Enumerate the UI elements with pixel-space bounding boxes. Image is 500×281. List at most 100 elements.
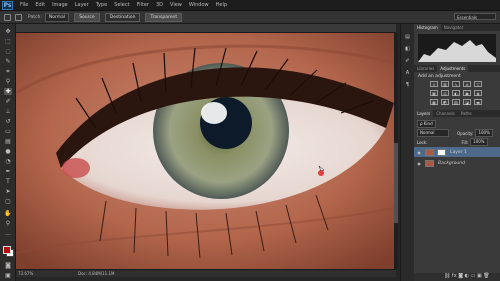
exposure-icon[interactable]: ± bbox=[463, 81, 471, 87]
character-panel-icon[interactable]: A bbox=[404, 70, 411, 76]
layer-name[interactable]: Background bbox=[438, 161, 465, 166]
threshold-icon[interactable]: ◪ bbox=[463, 99, 471, 105]
layer-mask-thumbnail bbox=[437, 148, 446, 156]
layer-name[interactable]: Layer 1 bbox=[450, 150, 467, 155]
foreground-color-swatch[interactable] bbox=[3, 246, 11, 254]
fill-input[interactable]: 100% bbox=[470, 138, 488, 146]
menu-image[interactable]: Image bbox=[52, 2, 68, 8]
menu-bar: Ps File Edit Image Layer Type Select Fil… bbox=[0, 0, 500, 11]
path-select-tool-icon[interactable]: ➤ bbox=[4, 188, 12, 195]
bw-icon[interactable]: ◐ bbox=[452, 90, 460, 96]
menu-edit[interactable]: Edit bbox=[35, 2, 45, 8]
eye-photo bbox=[16, 33, 394, 269]
type-tool-icon[interactable]: T bbox=[4, 178, 12, 185]
patch-tool-icon[interactable]: ✚ bbox=[4, 88, 12, 95]
document-tab[interactable]: red-eyes.jpg @ 73.6% (Source 1, RGB/8#) bbox=[16, 24, 396, 41]
tab-paths[interactable]: Paths bbox=[458, 110, 475, 117]
layers-footer: ⛓ fx ◙ ◐ ▭ ▣ 🗑 bbox=[414, 273, 500, 281]
posterize-icon[interactable]: ▨ bbox=[452, 99, 460, 105]
adjustments-title: Add an adjustment bbox=[418, 74, 461, 79]
menu-view[interactable]: View bbox=[170, 2, 182, 8]
crop-tool-icon[interactable]: ⌗ bbox=[4, 68, 12, 75]
tab-libraries[interactable]: Libraries bbox=[414, 65, 437, 72]
brightness-icon[interactable]: ☼ bbox=[430, 81, 438, 87]
selection-mode-icon[interactable] bbox=[15, 13, 22, 21]
layer-kind-filter[interactable]: ρ Kind bbox=[417, 120, 436, 128]
invert-icon[interactable]: ◩ bbox=[441, 99, 449, 105]
layer-actions-icons[interactable]: ⛓ fx ◙ ◐ ▭ ▣ 🗑 bbox=[444, 273, 490, 279]
opacity-input[interactable]: 100% bbox=[475, 129, 493, 137]
tab-channels[interactable]: Channels bbox=[433, 110, 458, 117]
levels-icon[interactable]: ▥ bbox=[441, 81, 449, 87]
mixer-icon[interactable]: ◈ bbox=[474, 90, 482, 96]
layer-thumbnail bbox=[425, 148, 434, 156]
menu-layer[interactable]: Layer bbox=[75, 2, 89, 8]
patch-tool-icon[interactable] bbox=[4, 13, 11, 21]
dodge-tool-icon[interactable]: ◔ bbox=[4, 158, 12, 165]
patch-mode-select[interactable]: Normal bbox=[44, 12, 70, 22]
menu-window[interactable]: Window bbox=[189, 2, 209, 8]
zoom-tool-icon[interactable]: ⚲ bbox=[4, 220, 12, 227]
more-tools-icon[interactable]: … bbox=[4, 230, 12, 237]
photofilter-icon[interactable]: ◉ bbox=[463, 90, 471, 96]
workspace-select[interactable]: Essentials bbox=[454, 13, 496, 20]
quick-select-tool-icon[interactable]: ✎ bbox=[4, 58, 12, 65]
shape-tool-icon[interactable]: ▢ bbox=[4, 198, 12, 205]
visibility-eye-icon[interactable]: ◉ bbox=[416, 150, 422, 155]
brush-panel-icon[interactable]: ✐ bbox=[404, 58, 411, 64]
destination-radio[interactable]: Destination bbox=[104, 12, 141, 22]
layer-row[interactable]: ◉ Background bbox=[414, 158, 500, 168]
doc-size: Doc: 4.84M/11.1M bbox=[78, 271, 115, 276]
toolbox: ✥ ⬚ ◌ ✎ ⌗ ⚲ ✚ ✐ ⊥ ↺ ▭ ▤ ● ◔ ✒ T ➤ ▢ ✋ ⚲ … bbox=[0, 24, 16, 281]
menu-filter[interactable]: Filter bbox=[137, 2, 149, 8]
marquee-tool-icon[interactable]: ⬚ bbox=[4, 38, 12, 45]
layers-tabs: Layers Channels Paths bbox=[414, 110, 500, 117]
curves-icon[interactable]: ∿ bbox=[452, 81, 460, 87]
zoom-level[interactable]: 73.67% bbox=[18, 271, 33, 276]
lock-row: Lock: Fill: 100% bbox=[414, 137, 500, 147]
transparent-checkbox[interactable]: Transparent bbox=[145, 12, 183, 22]
blur-tool-icon[interactable]: ● bbox=[4, 148, 12, 155]
menu-type[interactable]: Type bbox=[96, 2, 107, 8]
move-tool-icon[interactable]: ✥ bbox=[4, 28, 12, 35]
paragraph-panel-icon[interactable]: ¶ bbox=[404, 82, 411, 88]
menu-file[interactable]: File bbox=[20, 2, 28, 8]
histogram-svg bbox=[418, 40, 496, 62]
gradientmap-icon[interactable]: ▬ bbox=[474, 99, 482, 105]
tab-layers[interactable]: Layers bbox=[414, 110, 434, 117]
tab-adjustments[interactable]: Adjustments bbox=[437, 65, 469, 72]
history-brush-tool-icon[interactable]: ↺ bbox=[4, 118, 12, 125]
layer-row[interactable]: ◉ Layer 1 bbox=[414, 147, 500, 157]
pen-tool-icon[interactable]: ✒ bbox=[4, 168, 12, 175]
adjustment-icons: ☼ ▥ ∿ ± ▽ ▦ ⚖ ◐ ◉ ◈ ▦ ◩ ▨ ◪ ▬ bbox=[430, 81, 490, 105]
brush-tool-icon[interactable]: ✐ bbox=[4, 98, 12, 105]
lock-label: Lock: bbox=[417, 139, 428, 145]
menu-select[interactable]: Select bbox=[114, 2, 129, 8]
menu-help[interactable]: Help bbox=[216, 2, 227, 8]
history-panel-icon[interactable]: ▤ bbox=[404, 34, 411, 40]
layer-thumbnail bbox=[425, 159, 434, 167]
hand-tool-icon[interactable]: ✋ bbox=[4, 210, 12, 217]
lasso-tool-icon[interactable]: ◌ bbox=[4, 48, 12, 55]
properties-panel-icon[interactable]: ◧ bbox=[404, 46, 411, 52]
scrollbar-thumb[interactable] bbox=[394, 143, 398, 223]
blend-mode-select[interactable]: Normal bbox=[417, 129, 449, 137]
hue-icon[interactable]: ▦ bbox=[430, 90, 438, 96]
menu-3d[interactable]: 3D bbox=[156, 2, 163, 8]
gradient-tool-icon[interactable]: ▤ bbox=[4, 138, 12, 145]
vibrance-icon[interactable]: ▽ bbox=[474, 81, 482, 87]
visibility-eye-icon[interactable]: ◉ bbox=[416, 161, 422, 166]
tab-histogram[interactable]: Histogram bbox=[414, 24, 441, 31]
lookup-icon[interactable]: ▦ bbox=[430, 99, 438, 105]
tab-navigator[interactable]: Navigator bbox=[441, 24, 467, 31]
stamp-tool-icon[interactable]: ⊥ bbox=[4, 108, 12, 115]
quick-mask-icon[interactable]: ◙ bbox=[4, 262, 12, 269]
eyedropper-tool-icon[interactable]: ⚲ bbox=[4, 78, 12, 85]
screen-mode-icon[interactable]: ▣ bbox=[4, 272, 12, 279]
canvas[interactable] bbox=[16, 33, 394, 269]
source-radio[interactable]: Source bbox=[74, 12, 100, 22]
panel-dock-strip: ▤ ◧ ✐ A ¶ bbox=[400, 24, 415, 281]
vertical-scrollbar[interactable] bbox=[394, 33, 398, 269]
colorbalance-icon[interactable]: ⚖ bbox=[441, 90, 449, 96]
eraser-tool-icon[interactable]: ▭ bbox=[4, 128, 12, 135]
